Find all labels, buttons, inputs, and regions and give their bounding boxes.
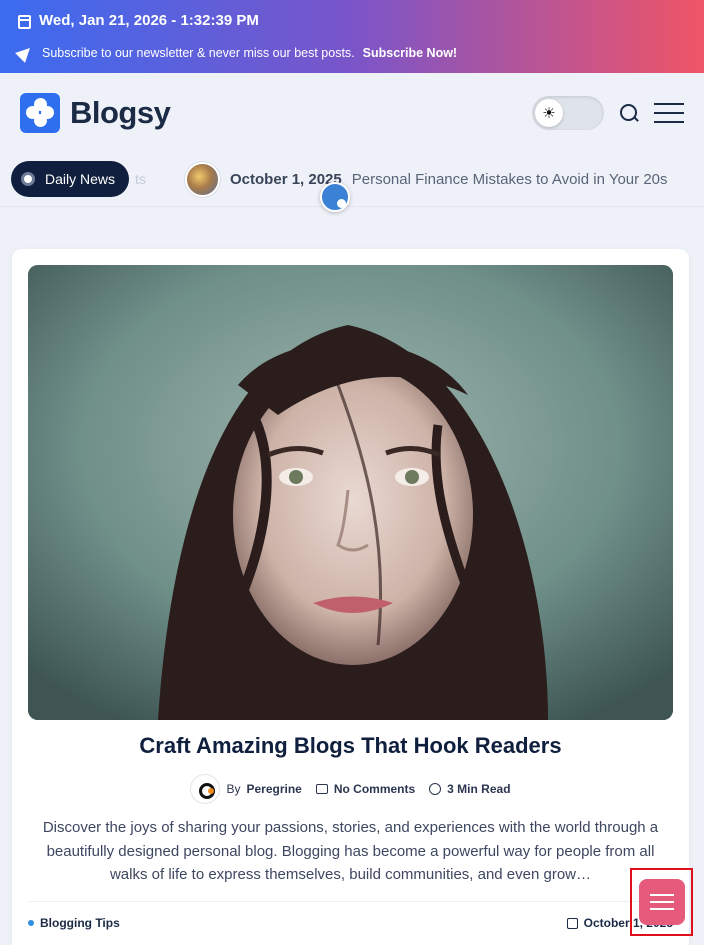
post-excerpt: Discover the joys of sharing your passio… (42, 819, 659, 883)
category-label: Blogging Tips (40, 916, 120, 930)
author-prefix: By (226, 782, 241, 796)
newsletter-text: Subscribe to our newsletter & never miss… (42, 46, 355, 60)
header-actions: ☀ (532, 96, 684, 130)
floating-menu-button[interactable] (639, 879, 685, 925)
theme-toggle[interactable]: ☀ (532, 96, 604, 130)
search-icon[interactable] (618, 102, 640, 124)
site-header: Blogsy ☀ (0, 73, 704, 153)
category-bullet-icon (28, 920, 34, 926)
post-featured-image[interactable] (28, 265, 673, 720)
comment-icon (315, 784, 328, 794)
post-category[interactable]: Blogging Tips (28, 916, 120, 930)
subscribe-link[interactable]: Subscribe Now! (363, 46, 457, 60)
date-row: Wed, Jan 21, 2026 - 1:32:39 PM (18, 12, 686, 32)
clock-icon (429, 783, 442, 795)
post-footer: Blogging Tips October 1, 2025 (28, 901, 673, 930)
site-logo[interactable]: Blogsy (20, 93, 171, 133)
comments-count: No Comments (333, 782, 416, 796)
news-ticker: Daily News ts October 1, 2025 Personal F… (0, 153, 704, 205)
daily-news-label: Daily News (45, 171, 116, 187)
read-time-meta: 3 Min Read (429, 782, 511, 796)
ticker-previous-text: ts (135, 171, 146, 187)
logo-text: Blogsy (70, 95, 171, 130)
logo-icon (20, 93, 60, 133)
author-meta[interactable]: By Peregrine (190, 774, 302, 804)
floating-menu-highlight (630, 868, 693, 936)
calendar-icon (566, 917, 578, 929)
top-bar: Wed, Jan 21, 2026 - 1:32:39 PM Subscribe… (0, 0, 704, 73)
post-title[interactable]: Craft Amazing Blogs That Hook Readers (12, 733, 689, 759)
newsletter-row: Subscribe to our newsletter & never miss… (15, 43, 686, 63)
ticker-fade (664, 153, 704, 205)
ticker-item[interactable]: October 1, 2025 Personal Finance Mistake… (185, 161, 668, 197)
post-meta: By Peregrine No Comments 3 Min Read (12, 774, 689, 804)
ticker-title[interactable]: Personal Finance Mistakes to Avoid in Yo… (352, 171, 668, 188)
calendar-icon (18, 15, 31, 29)
author-name[interactable]: Peregrine (246, 782, 301, 796)
sun-icon: ☀ (535, 99, 563, 127)
author-avatar (190, 774, 221, 804)
divider (0, 206, 704, 207)
comments-meta[interactable]: No Comments (315, 782, 416, 796)
read-time: 3 Min Read (447, 782, 511, 796)
daily-news-badge: Daily News (11, 161, 130, 197)
edit-pencil-icon[interactable] (320, 182, 350, 212)
ticker-thumbnail (185, 161, 221, 197)
paper-plane-icon (15, 43, 35, 63)
current-date: Wed, Jan 21, 2026 - 1:32:39 PM (39, 12, 259, 29)
post-card: Craft Amazing Blogs That Hook Readers By… (12, 249, 689, 945)
radio-dot-icon (21, 172, 35, 186)
menu-button[interactable] (654, 103, 684, 123)
